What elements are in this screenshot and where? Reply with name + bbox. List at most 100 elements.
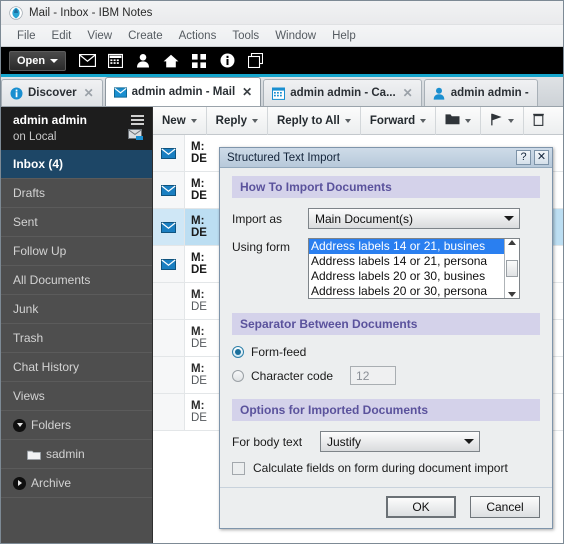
info-icon[interactable] (214, 50, 240, 72)
close-icon[interactable]: ✕ (242, 85, 252, 99)
notes-window: Mail - Inbox - IBM Notes File Edit View … (0, 0, 564, 544)
forward-button[interactable]: Forward (361, 107, 437, 135)
chevron-right-icon[interactable] (13, 476, 26, 490)
windows-stack-icon[interactable] (242, 50, 268, 72)
mail-icon[interactable] (74, 50, 100, 72)
hamburger-icon[interactable] (131, 115, 144, 125)
tabstrip: Discover ✕ admin admin - Mail ✕ admin ad… (1, 77, 563, 107)
menu-view[interactable]: View (79, 28, 120, 44)
read-status-cell (153, 283, 185, 319)
list-item[interactable]: Address labels 20 or 30, persona (309, 284, 504, 298)
mail-envelope-icon (128, 129, 144, 144)
tab-mail[interactable]: admin admin - Mail ✕ (104, 77, 262, 106)
home-icon[interactable] (158, 50, 184, 72)
cancel-button[interactable]: Cancel (470, 496, 540, 518)
info-icon (10, 87, 23, 100)
folder-icon (27, 449, 41, 460)
chevron-down-icon (190, 118, 197, 123)
tab-discover[interactable]: Discover ✕ (1, 79, 103, 106)
sidebar-item-folders[interactable]: Folders (1, 411, 152, 440)
open-button[interactable]: Open (9, 50, 67, 71)
sidebar: admin admin on Local Inbox (4) Drafts Se… (1, 107, 153, 543)
structured-text-import-dialog: Structured Text Import ? ✕ How To Import… (219, 147, 553, 529)
formfeed-radio-row[interactable]: Form-feed (232, 345, 540, 359)
sidebar-item-label: Sent (13, 215, 38, 229)
sidebar-header: admin admin (1, 107, 152, 129)
character-code-input[interactable]: 12 (350, 366, 397, 385)
tab-label: admin admin - Ca... (290, 87, 396, 99)
tab-calendar[interactable]: admin admin - Ca... ✕ (263, 79, 422, 106)
flag-icon (490, 113, 503, 129)
help-icon[interactable]: ? (516, 150, 531, 165)
sidebar-item-archive[interactable]: Archive (1, 469, 152, 498)
reply-to-all-button[interactable]: Reply to All (268, 107, 361, 135)
sidebar-item-drafts[interactable]: Drafts (1, 179, 152, 208)
sidebar-item-follow-up[interactable]: Follow Up (1, 237, 152, 266)
move-to-folder-button[interactable] (436, 107, 482, 135)
read-status-cell (153, 320, 185, 356)
sidebar-item-label: Trash (13, 331, 44, 345)
apps-grid-icon[interactable] (186, 50, 212, 72)
radio-character-code[interactable] (232, 369, 244, 382)
notes-logo-icon (9, 5, 23, 20)
sidebar-item-all-documents[interactable]: All Documents (1, 266, 152, 295)
chevron-down-icon (50, 58, 59, 63)
list-item[interactable]: Address labels 14 or 21, busines (309, 239, 504, 254)
contacts-icon[interactable] (130, 50, 156, 72)
section-how-to-import-heading: How To Import Documents (232, 176, 540, 198)
scrollbar-thumb[interactable] (506, 260, 518, 277)
calendar-icon[interactable] (102, 50, 128, 72)
calendar-icon (272, 87, 286, 100)
menu-file[interactable]: File (9, 28, 44, 44)
for-body-text-dropdown[interactable]: Justify (320, 431, 480, 452)
charcode-radio-row[interactable]: Character code 12 (232, 366, 540, 385)
list-item[interactable]: Address labels 20 or 30, busines (309, 269, 504, 284)
close-icon[interactable]: ✕ (534, 150, 549, 165)
sidebar-item-inbox[interactable]: Inbox (4) (1, 150, 152, 179)
ok-button[interactable]: OK (386, 496, 456, 518)
delete-button[interactable] (524, 107, 548, 135)
trash-icon (533, 113, 545, 129)
read-status-cell (153, 394, 185, 430)
dialog-body: How To Import Documents Import as Main D… (220, 168, 552, 487)
calculate-fields-row[interactable]: Calculate fields on form during document… (232, 461, 540, 475)
tab-label: Discover (28, 87, 77, 99)
reply-button[interactable]: Reply (207, 107, 268, 135)
calculate-fields-checkbox[interactable] (232, 461, 245, 475)
menu-create[interactable]: Create (120, 28, 171, 44)
sidebar-item-chat-history[interactable]: Chat History (1, 353, 152, 382)
tab-contacts[interactable]: admin admin - (423, 79, 538, 106)
menu-edit[interactable]: Edit (44, 28, 80, 44)
close-icon[interactable]: ✕ (403, 86, 413, 100)
action-toolbar: New Reply Reply to All Forward (153, 107, 563, 135)
sidebar-item-trash[interactable]: Trash (1, 324, 152, 353)
unread-envelope-icon (153, 135, 185, 171)
dialog-footer: OK Cancel (220, 487, 552, 528)
using-form-listbox[interactable]: Address labels 14 or 21, busines Address… (308, 238, 520, 299)
import-as-dropdown[interactable]: Main Document(s) (308, 208, 520, 229)
follow-up-flag-button[interactable] (481, 107, 525, 135)
chevron-down-icon[interactable] (13, 418, 26, 432)
contacts-icon (433, 87, 446, 100)
menu-help[interactable]: Help (324, 28, 364, 44)
sidebar-item-sadmin[interactable]: sadmin (1, 440, 152, 469)
scroll-down-icon[interactable] (508, 292, 516, 297)
new-button-label: New (162, 114, 186, 127)
sidebar-item-views[interactable]: Views (1, 382, 152, 411)
menu-actions[interactable]: Actions (171, 28, 225, 44)
listbox-scrollbar[interactable] (504, 239, 519, 298)
sidebar-item-label: sadmin (46, 447, 85, 461)
dialog-title: Structured Text Import (227, 151, 340, 164)
close-icon[interactable]: ✕ (84, 86, 94, 100)
sidebar-item-sent[interactable]: Sent (1, 208, 152, 237)
menu-window[interactable]: Window (267, 28, 324, 44)
main-toolbar: Open (1, 47, 563, 77)
scroll-up-icon[interactable] (508, 240, 516, 245)
menu-tools[interactable]: Tools (224, 28, 267, 44)
dialog-titlebar: Structured Text Import ? ✕ (220, 148, 552, 168)
sidebar-item-junk[interactable]: Junk (1, 295, 152, 324)
radio-form-feed[interactable] (232, 346, 244, 358)
new-button[interactable]: New (153, 107, 207, 135)
using-form-row: Using form Address labels 14 or 21, busi… (232, 238, 540, 299)
list-item[interactable]: Address labels 14 or 21, persona (309, 254, 504, 269)
